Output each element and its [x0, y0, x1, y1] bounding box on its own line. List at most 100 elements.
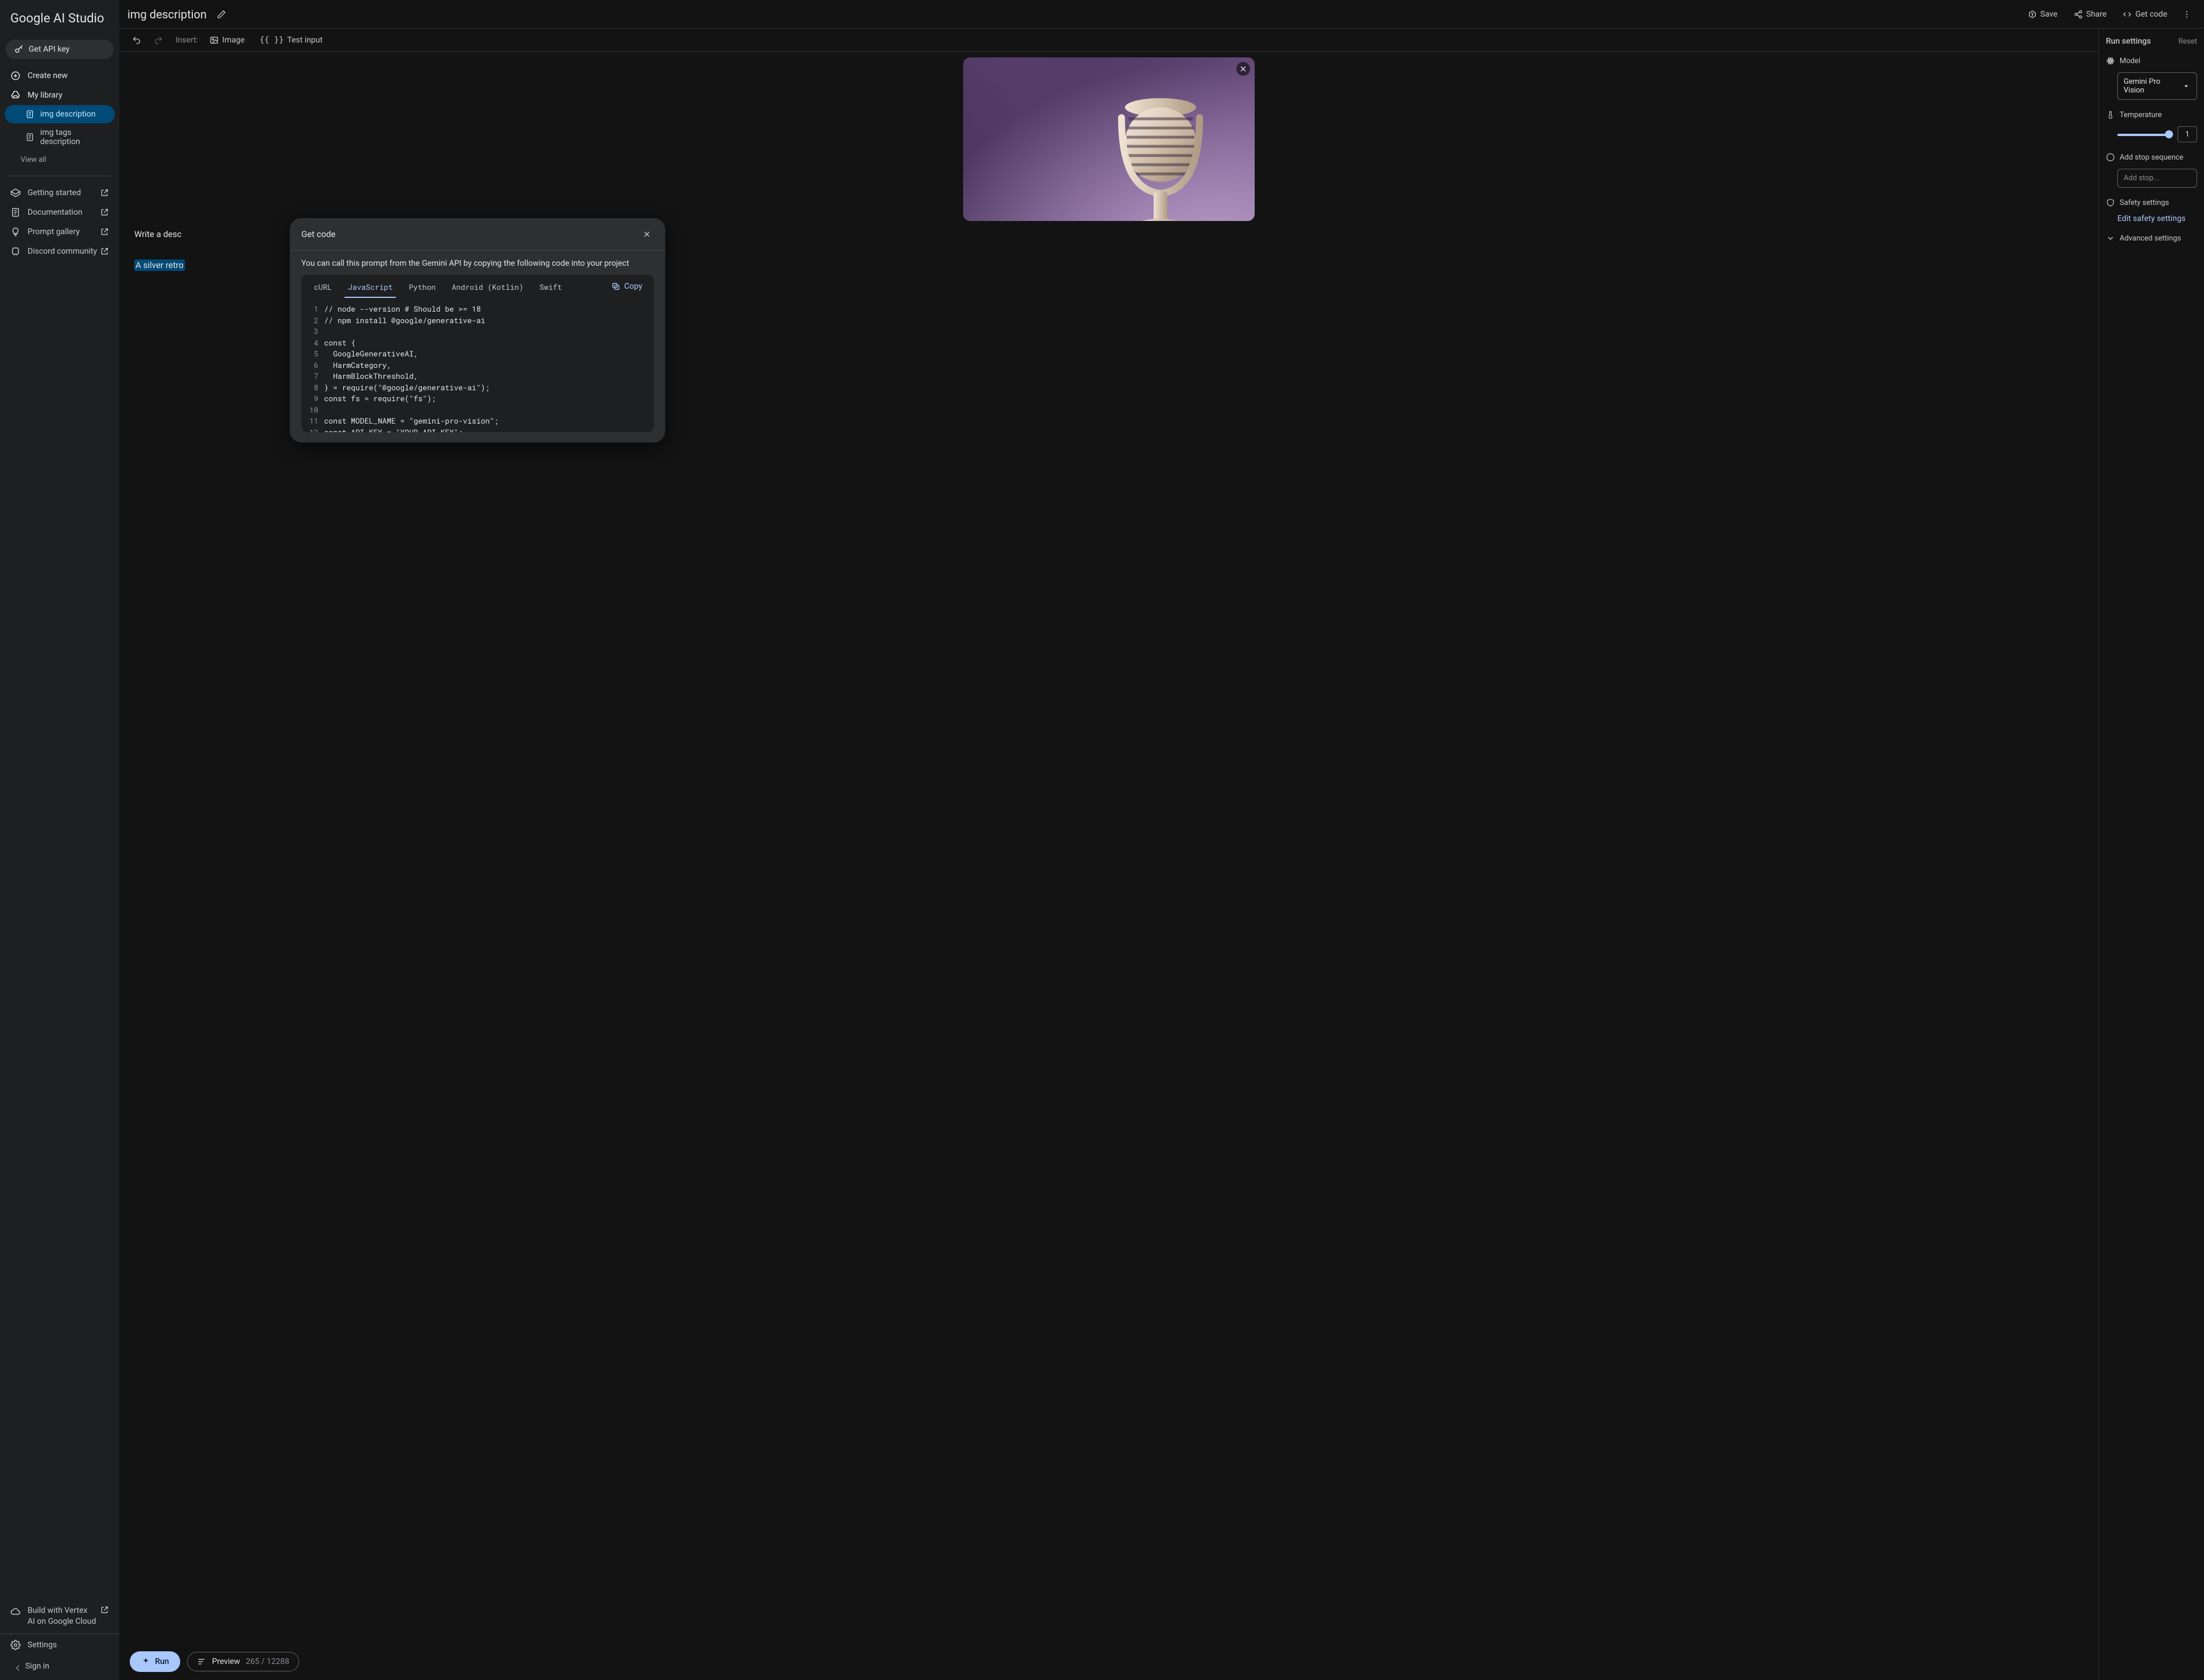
- create-new-button[interactable]: Create new: [0, 66, 119, 86]
- temperature-slider[interactable]: [2117, 129, 2173, 140]
- vertex-label: Build with Vertex AI on Google Cloud: [28, 1605, 96, 1628]
- get-code-button[interactable]: Get code: [2117, 6, 2173, 22]
- safety-label: Safety settings: [2120, 199, 2169, 207]
- chevron-down-icon: [2182, 82, 2191, 91]
- get-api-key-button[interactable]: Get API key: [6, 40, 114, 59]
- code-tab[interactable]: Python: [401, 275, 444, 298]
- notes-icon: [197, 1657, 206, 1666]
- share-button[interactable]: Share: [2068, 6, 2113, 22]
- cloud-icon: [10, 1607, 21, 1617]
- sidebar-link-label: Discord community: [28, 247, 97, 256]
- run-label: Run: [155, 1657, 169, 1666]
- modal-close-button[interactable]: [640, 227, 654, 241]
- insert-image-label: Image: [222, 36, 245, 45]
- drive-icon: [10, 90, 21, 100]
- sidebar-link[interactable]: Discord community: [0, 242, 119, 261]
- get-code-label: Get code: [2135, 10, 2167, 19]
- attached-image[interactable]: [963, 57, 1255, 221]
- share-icon: [2074, 10, 2083, 19]
- view-all-button[interactable]: View all: [0, 151, 119, 169]
- chevron-left-icon: [13, 1663, 23, 1673]
- description-icon: [25, 133, 34, 142]
- sidebar-link[interactable]: Prompt gallery: [0, 222, 119, 242]
- discord-icon: [10, 246, 21, 257]
- sidebar-link[interactable]: Documentation: [0, 203, 119, 222]
- remove-image-button[interactable]: [1236, 62, 1250, 76]
- stop-label: Add stop sequence: [2120, 153, 2183, 162]
- close-icon: [1239, 64, 1248, 73]
- stop-placeholder: Add stop...: [2124, 174, 2159, 183]
- save-icon: [2028, 10, 2037, 19]
- copy-icon: [611, 282, 620, 291]
- description-icon: [25, 110, 34, 119]
- code-card: cURLJavaScriptPythonAndroid (Kotlin)Swif…: [301, 275, 654, 432]
- code-icon: [2122, 10, 2132, 19]
- shield-icon: [2106, 198, 2115, 207]
- copy-code-button[interactable]: Copy: [604, 277, 649, 296]
- save-button[interactable]: Save: [2022, 6, 2063, 22]
- stop-sign-icon: [2106, 153, 2115, 162]
- thermometer-icon: [2106, 110, 2115, 119]
- sidebar-link-label: Documentation: [28, 208, 83, 217]
- reset-button[interactable]: Reset: [2178, 37, 2197, 46]
- sidebar-link[interactable]: Getting started: [0, 183, 119, 203]
- preview-button[interactable]: Preview 265 / 12288: [187, 1652, 299, 1671]
- doc-icon: [10, 207, 21, 218]
- redo-button[interactable]: [149, 31, 168, 49]
- model-select[interactable]: Gemini Pro Vision: [2117, 72, 2197, 100]
- bulb-icon: [10, 227, 21, 237]
- brand-title: Google AI Studio: [0, 0, 119, 40]
- temperature-label: Temperature: [2120, 111, 2162, 119]
- code-tab[interactable]: cURL: [306, 275, 340, 298]
- close-icon: [642, 230, 651, 239]
- run-settings-panel: Run settings Reset Model Gemini Pro Visi…: [2098, 29, 2204, 1680]
- temperature-label-row: Temperature: [2106, 110, 2197, 119]
- editor-footer: Run Preview 265 / 12288: [119, 1646, 2098, 1680]
- editor-canvas[interactable]: Write a desc A silver retro Get code You…: [119, 52, 2098, 1646]
- run-button[interactable]: Run: [130, 1651, 180, 1672]
- safety-label-row: Safety settings: [2106, 198, 2197, 207]
- microphone-illustration: [1109, 95, 1212, 221]
- atom-icon: [2106, 56, 2115, 65]
- editor-column: Insert: Image {{ }} Test input: [119, 29, 2098, 1680]
- insert-label: Insert:: [176, 36, 198, 45]
- top-bar: img description Save Share Get code: [119, 0, 2204, 29]
- chevron-down-icon: [2106, 234, 2115, 243]
- library-item[interactable]: img tags description: [5, 123, 115, 151]
- edit-title-button[interactable]: [212, 5, 231, 24]
- braces-icon: {{ }}: [259, 36, 284, 45]
- modal-title: Get code: [301, 229, 336, 239]
- sidebar-link-label: Prompt gallery: [28, 227, 80, 236]
- sidebar-link-label: Getting started: [28, 188, 81, 197]
- stop-sequence-input[interactable]: Add stop...: [2117, 169, 2197, 188]
- plus-circle-icon: [10, 71, 21, 81]
- key-icon: [14, 44, 24, 55]
- document-title: img description: [127, 7, 207, 21]
- my-library-button[interactable]: My library: [0, 86, 119, 105]
- gear-icon: [10, 1640, 21, 1650]
- temperature-input[interactable]: 1: [2178, 126, 2197, 142]
- code-tab[interactable]: Swift: [531, 275, 570, 298]
- external-link-icon: [100, 1605, 109, 1615]
- advanced-settings-toggle[interactable]: Advanced settings: [2106, 234, 2197, 243]
- editor-toolbar: Insert: Image {{ }} Test input: [119, 29, 2098, 52]
- settings-button[interactable]: Settings: [0, 1634, 119, 1656]
- insert-test-input-button[interactable]: {{ }} Test input: [254, 32, 328, 48]
- vertex-ai-link[interactable]: Build with Vertex AI on Google Cloud: [0, 1600, 119, 1634]
- insert-image-button[interactable]: Image: [204, 32, 250, 48]
- code-lines: // node --version # Should be >= 18// np…: [324, 299, 507, 431]
- collapse-sidebar-button[interactable]: [8, 1658, 28, 1678]
- undo-icon: [132, 36, 141, 45]
- undo-button[interactable]: [127, 31, 146, 49]
- code-area[interactable]: 1234567891011121314 // node --version # …: [301, 298, 654, 432]
- code-tab[interactable]: Android (Kotlin): [444, 275, 531, 298]
- library-item-label: img description: [40, 110, 96, 119]
- advanced-label: Advanced settings: [2120, 234, 2181, 243]
- code-tab[interactable]: JavaScript: [340, 275, 401, 298]
- get-api-key-label: Get API key: [29, 45, 69, 54]
- modal-subtitle: You can call this prompt from the Gemini…: [290, 251, 665, 275]
- settings-label: Settings: [28, 1640, 57, 1650]
- more-menu-button[interactable]: [2178, 5, 2196, 24]
- library-item[interactable]: img description: [5, 105, 115, 123]
- edit-safety-button[interactable]: Edit safety settings: [2117, 214, 2197, 223]
